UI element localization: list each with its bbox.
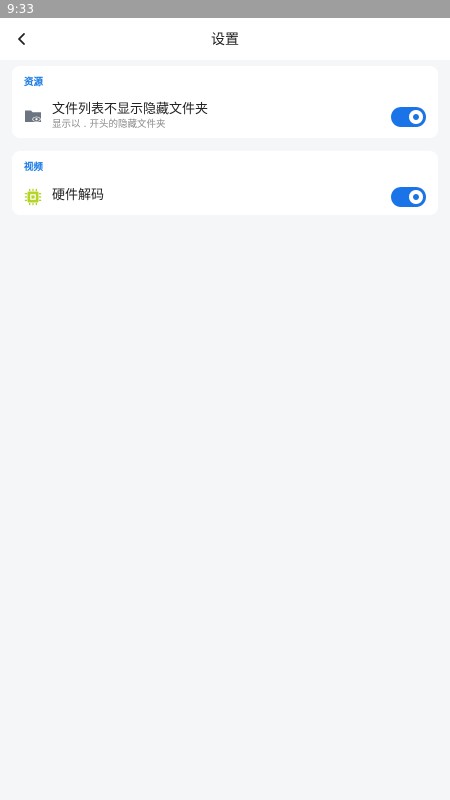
setting-title: 文件列表不显示隐藏文件夹 — [52, 102, 209, 117]
section-resources-card: 资源 文件列表不显示隐藏文件夹 显示以 . 开头的隐藏文件夹 — [12, 66, 438, 138]
chevron-left-icon — [18, 33, 25, 45]
setting-row-hide-hidden-folders[interactable]: 文件列表不显示隐藏文件夹 显示以 . 开头的隐藏文件夹 — [12, 94, 438, 138]
section-header-video: 视频 — [24, 162, 44, 173]
app-bar: 设置 — [0, 18, 450, 60]
section-video-card: 视频 硬件解码 — [12, 151, 438, 215]
setting-row-hardware-decoding[interactable]: 硬件解码 — [12, 177, 438, 215]
hide-hidden-folders-toggle[interactable] — [391, 107, 426, 127]
status-time: 9:33 — [7, 2, 34, 16]
chip-icon — [24, 188, 42, 206]
back-button[interactable] — [8, 25, 36, 53]
hardware-decoding-toggle[interactable] — [391, 187, 426, 207]
folder-eye-icon — [25, 110, 41, 122]
setting-subtitle: 显示以 . 开头的隐藏文件夹 — [52, 119, 166, 130]
status-bar: 9:33 — [0, 0, 450, 18]
toggle-knob — [409, 190, 423, 204]
toggle-knob — [409, 110, 423, 124]
section-header-resources: 资源 — [24, 77, 44, 88]
page-title: 设置 — [211, 32, 239, 48]
setting-title: 硬件解码 — [52, 188, 105, 203]
